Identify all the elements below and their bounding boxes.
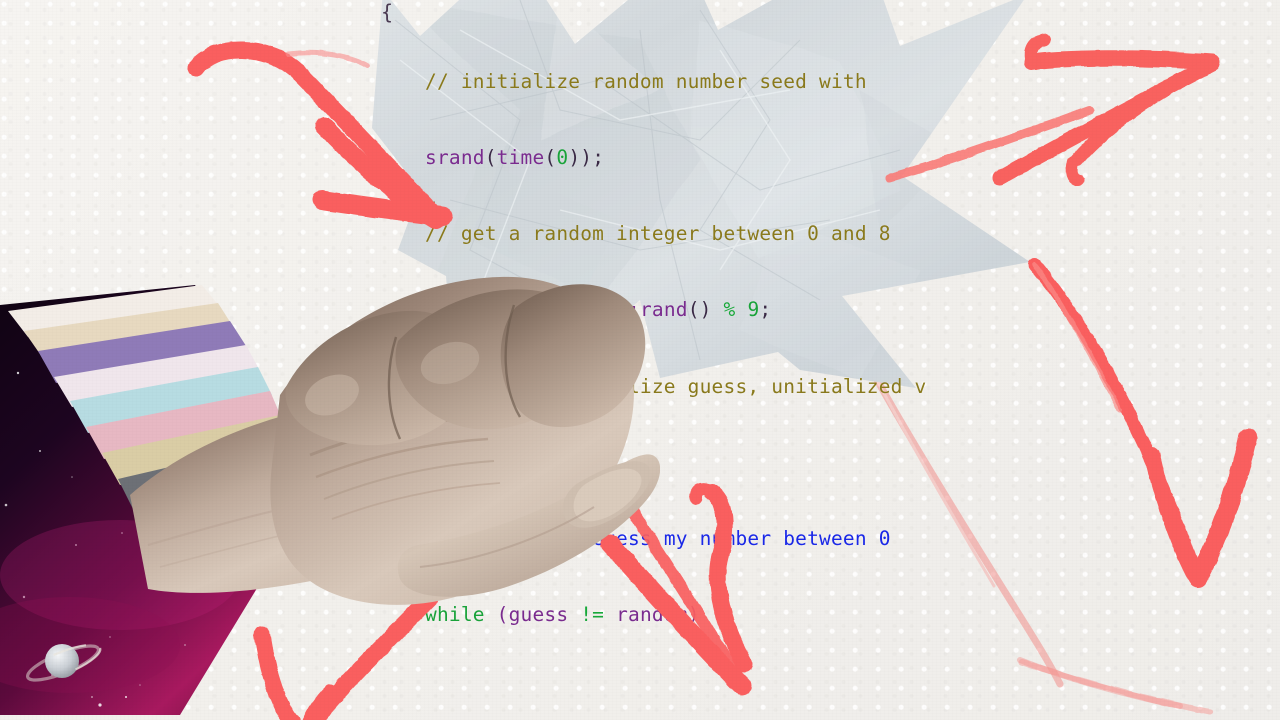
code-brace-open: { (381, 0, 394, 24)
paren-close: )); (568, 146, 605, 170)
hand-figure (0, 245, 660, 720)
semicolon: ; (759, 298, 772, 322)
comment-token: // get a random integer between 0 and 8 (425, 222, 891, 246)
num-zero: 0 (556, 146, 569, 170)
op-mod: % (723, 298, 748, 322)
fn-time: time (496, 146, 545, 170)
code-line-1: // initialize random number seed with (425, 69, 926, 94)
fn-srand: srand (425, 146, 485, 170)
num-nine: 9 (747, 298, 760, 322)
curled-fingers (285, 284, 646, 446)
collage-canvas: { // initialize random number seed with … (0, 0, 1280, 720)
paren: ( (544, 146, 557, 170)
comment-token: // initialize random number seed with (425, 69, 867, 93)
code-brace-open-inner: { (425, 198, 438, 222)
code-line-3: // get a random integer between 0 and 8 (425, 221, 926, 246)
paren: ( (484, 146, 497, 170)
parens: () (687, 298, 724, 322)
code-line-2: srand(time(0)); (425, 145, 926, 170)
